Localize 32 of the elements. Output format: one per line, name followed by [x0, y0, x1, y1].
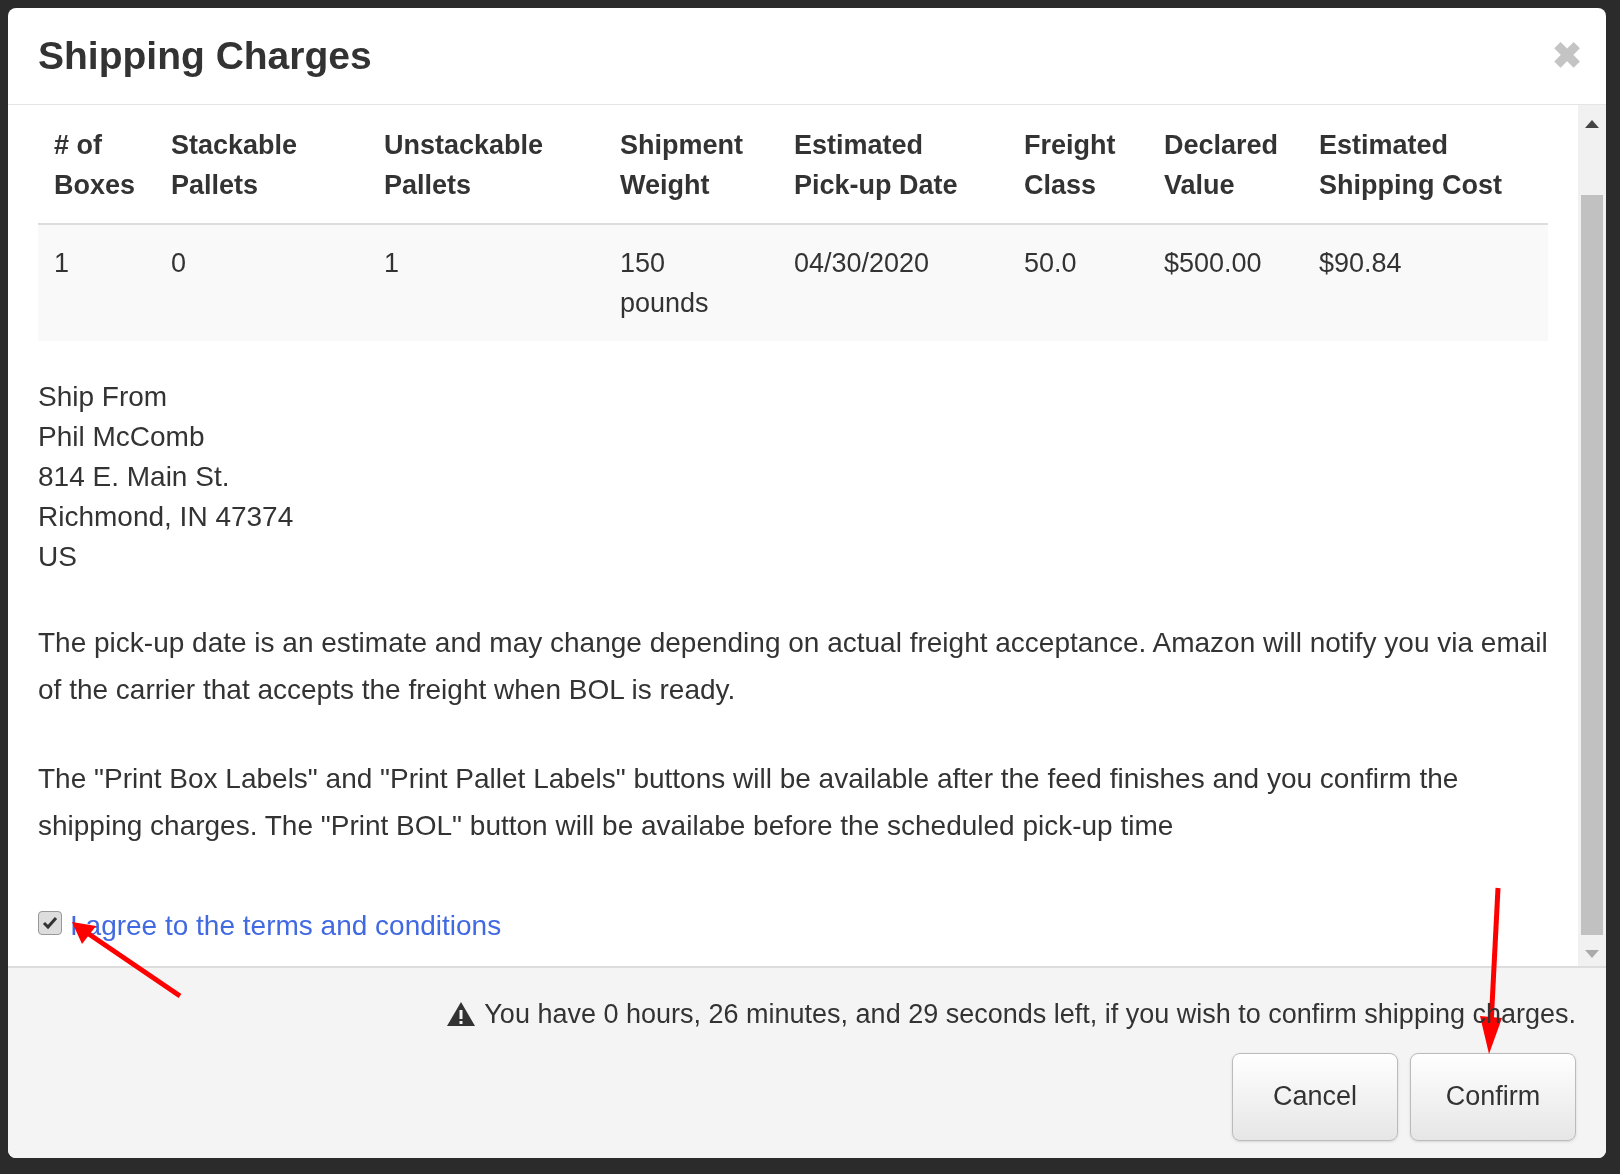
- confirm-button[interactable]: Confirm: [1410, 1052, 1576, 1141]
- table-cell-text: 1: [53, 247, 71, 280]
- table-cell-text: 150 pounds: [619, 247, 710, 320]
- address-line: Richmond, IN 47374: [38, 500, 295, 534]
- address-line: Phil McComb: [38, 420, 206, 454]
- dialog-title: Shipping Charges: [38, 32, 372, 79]
- column-header: # of Boxes: [53, 129, 137, 202]
- cancel-button[interactable]: Cancel: [1232, 1052, 1398, 1141]
- column-header: Stackable Pallets: [170, 129, 299, 202]
- address-line: US: [38, 540, 78, 574]
- check-icon: [42, 915, 58, 931]
- column-header: Estimated Pick-up Date: [793, 129, 959, 202]
- column-header: Declared Value: [1163, 129, 1280, 202]
- column-header: Freight Class: [1023, 129, 1117, 202]
- address-heading: Ship From: [38, 380, 169, 414]
- note-paragraph: The "Print Box Labels" and "Print Pallet Labels" buttons will be available after the feed finishes and you confirm the shipping charges. The "Print BOL" button will be availabe before the scheduled pick-up time: [38, 762, 1460, 843]
- table-cell-text: 1: [383, 247, 401, 280]
- note-paragraph: The pick-up date is an estimate and may change depending on actual freight acceptance. Amazon will notify you via email of the carrier that accepts the freight when BOL is ready.: [38, 626, 1548, 707]
- scroll-up-icon: [1585, 119, 1599, 129]
- column-header: Estimated Shipping Cost: [1318, 129, 1503, 202]
- table-cell-text: 0: [170, 247, 188, 280]
- table-cell-text: 50.0: [1023, 247, 1078, 280]
- table-cell-text: 04/30/2020: [793, 247, 931, 280]
- scrollbar[interactable]: [1578, 105, 1606, 966]
- column-header: Unstackable Pallets: [383, 129, 545, 202]
- scroll-down-icon: [1585, 949, 1599, 959]
- table-cell-text: $500.00: [1163, 247, 1263, 280]
- table-cell-text: $90.84: [1318, 247, 1403, 280]
- address-line: 814 E. Main St.: [38, 460, 231, 494]
- agree-checkbox[interactable]: [38, 911, 62, 935]
- warning-icon: [446, 1001, 477, 1028]
- column-header: Shipment Weight: [619, 129, 744, 202]
